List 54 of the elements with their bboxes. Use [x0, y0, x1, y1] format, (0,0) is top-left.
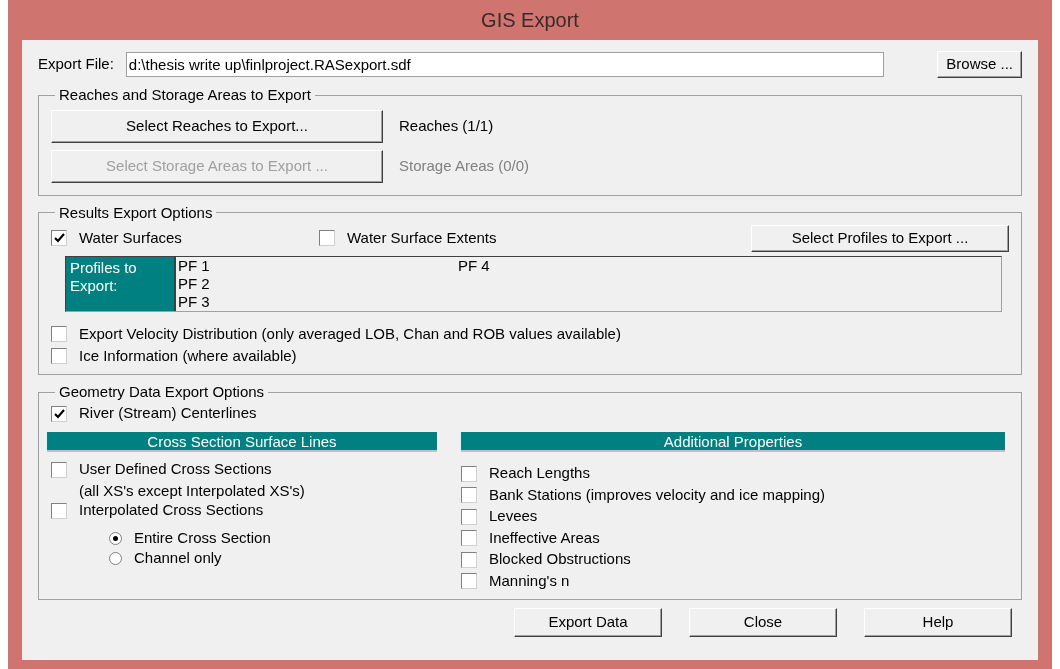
checkbox-label: Blocked Obstructions — [489, 549, 631, 570]
checkmark-icon — [53, 233, 65, 243]
checkbox[interactable] — [51, 461, 67, 478]
checkbox-label: Water Surface Extents — [347, 227, 497, 248]
checkbox-label: Export Velocity Distribution (only averaged LOB, Chan and ROB values available) — [79, 323, 621, 344]
checkbox-label: Interpolated Cross Sections — [79, 500, 264, 521]
checkbox[interactable] — [461, 487, 477, 503]
checkbox-label: User Defined Cross Sections — [79, 459, 272, 480]
window-title: GIS Export — [481, 8, 579, 33]
profile-item[interactable]: PF 1 — [178, 257, 458, 275]
group-title: Results Export Options — [59, 203, 213, 221]
checkbox[interactable] — [319, 230, 335, 246]
profile-item[interactable]: PF 2 — [178, 275, 458, 293]
profile-item[interactable]: PF 3 — [178, 293, 458, 311]
checkbox-label: River (Stream) Centerlines — [79, 403, 257, 424]
section-header: Additional Properties — [461, 431, 1005, 452]
checkbox-label: Bank Stations (improves velocity and ice mapping) — [489, 484, 825, 505]
profile-item[interactable]: PF 4 — [458, 257, 738, 275]
checkbox-label: Ineffective Areas — [489, 527, 600, 548]
field-label: Export File: — [38, 53, 114, 74]
radio-label: Channel only — [134, 548, 222, 569]
checkbox-label: Manning's n — [489, 570, 570, 591]
checkbox[interactable] — [461, 465, 477, 482]
checkbox-label: Levees — [489, 506, 538, 527]
radio-button[interactable] — [109, 532, 122, 545]
push-button[interactable]: Help — [864, 608, 1012, 637]
checkbox[interactable] — [461, 508, 477, 525]
export-file-field[interactable]: d:\thesis write up\finlproject.RASexport.sdf — [125, 51, 884, 77]
profiles-label: Profiles to Export: — [66, 257, 174, 311]
checkbox[interactable] — [51, 502, 67, 519]
status-text: Storage Areas (0/0) — [399, 156, 530, 177]
group-title: Geometry Data Export Options — [59, 383, 265, 400]
push-button[interactable]: Export Data — [514, 608, 662, 637]
checkbox[interactable] — [51, 230, 67, 246]
checkbox-label: Ice Information (where available) — [79, 345, 297, 366]
push-button[interactable]: Select Reaches to Export... — [51, 110, 383, 143]
checkbox[interactable] — [461, 573, 477, 589]
note-text: (all XS's except Interpolated XS's) — [79, 480, 306, 501]
section-header: Cross Section Surface Lines — [47, 431, 437, 452]
checkmark-icon — [53, 408, 65, 419]
push-button[interactable]: Browse ... — [937, 50, 1022, 78]
checkbox[interactable] — [461, 551, 477, 568]
radio-button[interactable] — [109, 552, 122, 565]
checkbox[interactable] — [461, 530, 477, 546]
push-button[interactable]: Close — [689, 608, 837, 637]
group-title: Reaches and Storage Areas to Export — [59, 86, 311, 103]
checkbox[interactable] — [51, 326, 67, 342]
checkbox[interactable] — [51, 405, 67, 422]
radio-label: Entire Cross Section — [134, 528, 271, 549]
status-text: Reaches (1/1) — [399, 116, 494, 137]
checkbox-label: Reach Lengths — [489, 463, 590, 484]
push-button[interactable]: Select Profiles to Export ... — [751, 224, 1009, 252]
checkbox[interactable] — [51, 348, 67, 364]
checkbox-label: Water Surfaces — [79, 227, 182, 248]
